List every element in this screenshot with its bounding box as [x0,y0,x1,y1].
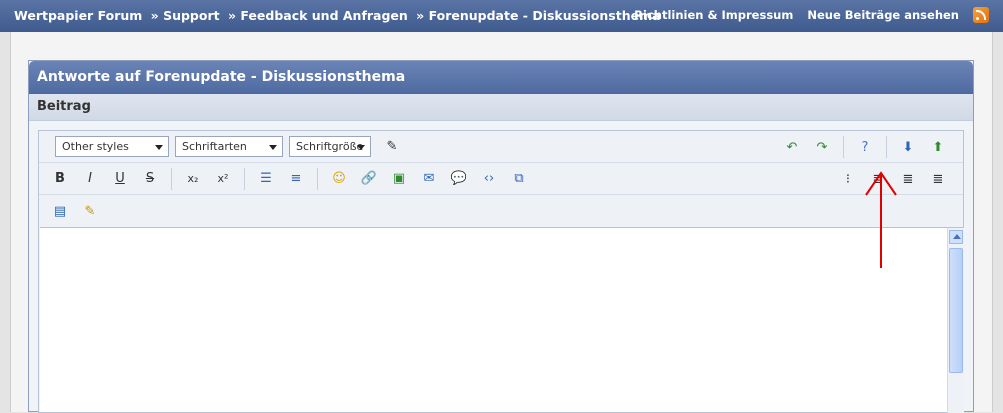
redo-icon[interactable]: ↷ [811,136,833,158]
top-right-links: Richtlinien & Impressum Neue Beiträge an… [634,7,989,23]
bulleted-list-icon[interactable]: ☰ [255,168,277,190]
image-icon[interactable]: ▣ [388,168,410,190]
html-icon[interactable]: ⧉ [508,168,530,190]
align-left-icon[interactable]: ⁝ [837,168,859,190]
italic-icon[interactable]: I [79,168,101,190]
help-icon[interactable]: ? [854,136,876,158]
remove-format-icon[interactable]: ✎ [381,136,403,158]
toolbar-separator [886,136,887,158]
scroll-up-button[interactable] [949,230,963,244]
email-icon[interactable]: ✉ [418,168,440,190]
editor-toolbar-row2: B I U S x₂ x² ☰ ≡ ☺ 🔗 ▣ ✉ 💬 ‹› ⧉ ⁝ ≣ ≣ ≣ [39,163,963,195]
rich-text-editor: Other styles Schriftarten Schriftgröße ✎… [38,130,964,413]
subscript-icon[interactable]: x₂ [182,168,204,190]
link-icon[interactable]: 🔗 [358,168,380,190]
message-textarea[interactable] [40,227,964,413]
numbered-list-icon[interactable]: ≡ [285,168,307,190]
editor-toolbar-row3: ▤ ✎ [39,195,963,227]
smiley-icon[interactable]: ☺ [328,168,350,190]
scroll-thumb[interactable] [949,248,963,373]
size-dropdown[interactable]: Schriftgröße [289,136,371,157]
bold-icon[interactable]: B [49,168,71,190]
toolbar-separator [317,167,318,190]
vertical-scrollbar[interactable] [947,228,964,413]
rss-icon[interactable] [973,7,989,23]
align-justify-icon[interactable]: ≣ [927,168,949,190]
editor-toolbar-row1: Other styles Schriftarten Schriftgröße ✎… [39,131,963,163]
quote-icon[interactable]: 💬 [448,168,470,190]
spellcheck-icon[interactable]: ✎ [79,200,101,222]
breadcrumb-home-link[interactable]: Wertpapier Forum [14,8,142,23]
breadcrumb-thread-link[interactable]: » Forenupdate - Diskussionsthema [416,8,660,23]
upload-icon[interactable]: ⬆ [927,136,949,158]
undo-icon[interactable]: ↶ [781,136,803,158]
code-icon[interactable]: ‹› [478,168,500,190]
section-title: Beitrag [29,94,973,121]
toolbar-separator [843,136,844,158]
underline-icon[interactable]: U [109,168,131,190]
preview-icon[interactable]: ▤ [49,200,71,222]
new-posts-link[interactable]: Neue Beiträge ansehen [807,8,959,22]
download-icon[interactable]: ⬇ [897,136,919,158]
toolbar-row1-right: ↶ ↷ ? ⬇ ⬆ [777,131,953,163]
font-dropdown[interactable]: Schriftarten [175,136,283,157]
panel-title: Antworte auf Forenupdate - Diskussionsth… [29,61,973,94]
styles-dropdown[interactable]: Other styles [55,136,169,157]
top-navigation-bar: Wertpapier Forum » Support » Feedback un… [0,0,1003,32]
toolbar-separator [244,167,245,190]
rules-link[interactable]: Richtlinien & Impressum [634,8,793,22]
strikethrough-icon[interactable]: S [139,168,161,190]
breadcrumb-feedback-link[interactable]: » Feedback und Anfragen [228,8,408,23]
superscript-icon[interactable]: x² [212,168,234,190]
breadcrumb: Wertpapier Forum » Support » Feedback un… [14,8,665,23]
breadcrumb-support-link[interactable]: » Support [151,8,220,23]
red-arrow-annotation [865,171,897,268]
reply-panel: Antworte auf Forenupdate - Diskussionsth… [28,60,974,413]
toolbar-separator [171,167,172,190]
